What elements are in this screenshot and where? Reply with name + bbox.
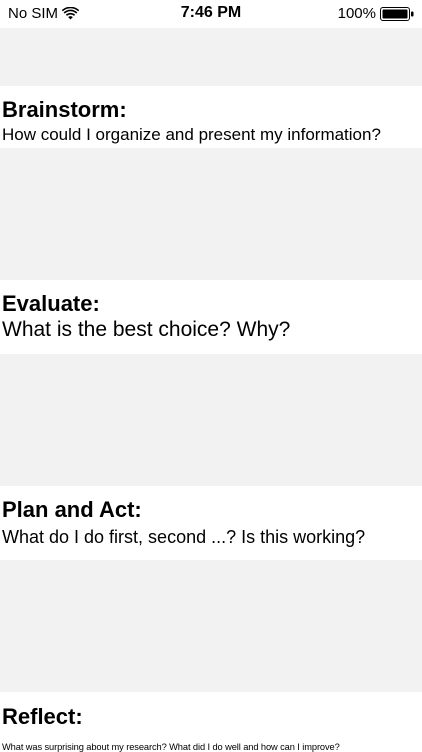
section-prompt: What was surprising about my research? W…	[2, 742, 340, 752]
answer-area-brainstorm[interactable]	[0, 148, 422, 280]
section-reflect: Reflect: What was surprising about my re…	[0, 692, 422, 752]
battery-percent: 100%	[337, 5, 376, 22]
section-prompt: What do I do first, second ...? Is this …	[2, 527, 366, 547]
section-title: Reflect:	[2, 704, 83, 729]
section-title: Evaluate:	[2, 291, 100, 316]
battery-icon	[380, 6, 414, 21]
battery-status: 100%	[338, 5, 414, 22]
answer-area-evaluate[interactable]	[0, 354, 422, 486]
section-prompt: What is the best choice? Why?	[2, 318, 291, 341]
section-title: Brainstorm:	[2, 97, 127, 122]
section-evaluate: Evaluate: What is the best choice? Why?	[0, 280, 422, 354]
status-bar: No SIM 7:46 PM 100%	[0, 0, 422, 28]
answer-area-0[interactable]	[0, 28, 422, 86]
answer-area-plan-and-act[interactable]	[0, 560, 422, 692]
section-title: Plan and Act:	[2, 497, 142, 522]
section-brainstorm: Brainstorm: How could I organize and pre…	[0, 86, 422, 148]
section-prompt: How could I organize and present my info…	[2, 125, 381, 144]
section-plan-and-act: Plan and Act: What do I do first, second…	[0, 486, 422, 560]
